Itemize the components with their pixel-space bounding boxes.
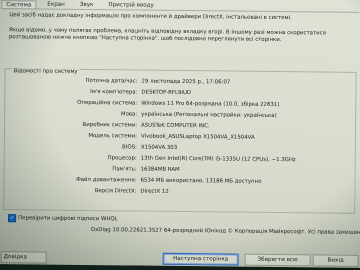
row-label: Модель системи:: [88, 133, 137, 140]
help-button[interactable]: Довідка: [0, 251, 47, 264]
row-label: Ім'я комп'ютера:: [90, 89, 138, 96]
row-label: Мова:: [120, 111, 138, 118]
row-label: Поточна дата/час:: [85, 77, 138, 85]
row-value: Windows 11 Pro 64-розрядна (10.0, збірка…: [141, 100, 280, 109]
whql-label: Перевірити цифрові підписи WHQL: [18, 215, 118, 223]
row-label: Процесор:: [107, 155, 137, 162]
next-page-button[interactable]: Наступна сторінка: [162, 252, 239, 266]
row-label: Операційна система:: [77, 99, 138, 107]
row-value: Vivobook_ASUSLaptop X1504VA_X1504VA: [140, 133, 255, 141]
row-value: DESKTOP-RFL9IUD: [141, 89, 192, 97]
row-label: Файл довантаження:: [76, 176, 137, 184]
row-value: українська (Регіональні настройки: украї…: [141, 111, 277, 119]
row-value: 13th Gen Intel(R) Core(TM) i5-1335U (12 …: [140, 155, 296, 164]
row-value: X1504VA.303: [140, 144, 178, 151]
row-value: 6534 МБ використано, 13186 МБ доступно: [140, 177, 262, 185]
row-manufacturer: Виробник системи: ASUSTeK COMPUTER INC.: [5, 121, 355, 133]
row-value: 16384MB RAM: [140, 166, 180, 173]
row-label: BIOS:: [122, 144, 137, 151]
whql-checkbox[interactable]: ✓: [8, 214, 17, 223]
row-language: Мова: українська (Регіональні настройки:…: [5, 110, 355, 122]
photo-frame: Система Екран Звук Пристрій вводу Цей за…: [0, 0, 360, 270]
row-memory: Пам'ять: 16384MB RAM: [5, 165, 355, 177]
whql-checkbox-row[interactable]: ✓ Перевірити цифрові підписи WHQL: [8, 214, 118, 223]
row-label: Пам'ять:: [112, 166, 137, 173]
row-value: ASUSTeK COMPUTER INC.: [141, 122, 210, 130]
copyright-text: DxDiag 10.00.22621.3527 64-розрядний Юні…: [90, 227, 360, 236]
row-directx-version: Версія DirectX: DirectX 12: [4, 187, 354, 199]
row-label: Версія DirectX:: [94, 188, 137, 195]
row-bios: BIOS: X1504VA.303: [5, 143, 355, 155]
row-page-file: Файл довантаження: 6534 МБ використано, …: [4, 176, 354, 188]
row-value: 29 листопада 2025 р., 17:06:07: [141, 78, 231, 86]
dxdiag-window: Система Екран Звук Пристрій вводу Цей за…: [0, 0, 360, 270]
row-processor: Процесор: 13th Gen Intel(R) Core(TM) i5-…: [5, 154, 355, 166]
exit-button[interactable]: Вихід: [312, 254, 359, 267]
intro-line-1: Цей засіб надає докладну інформацію про …: [9, 12, 292, 22]
save-all-info-button[interactable]: Зберегти всю інформацію...: [244, 253, 311, 270]
row-value: DirectX 12: [140, 188, 169, 195]
row-datetime: Поточна дата/час: 29 листопада 2025 р., …: [5, 77, 355, 89]
system-info-title: Відомості про систему: [11, 68, 80, 75]
intro-text: Цей засіб надає докладну інформацію про …: [9, 12, 354, 52]
row-model: Модель системи: Vivobook_ASUSLaptop X150…: [5, 132, 355, 144]
row-os: Операційна система: Windows 11 Pro 64-ро…: [5, 99, 355, 111]
system-info-group: Відомості про систему Поточна дата/час: …: [3, 68, 357, 214]
row-label: Виробник системи:: [82, 121, 138, 129]
row-computer-name: Ім'я комп'ютера: DESKTOP-RFL9IUD: [5, 88, 355, 100]
intro-line-2: Якщо відомо, у чому полягає проблема, кл…: [8, 26, 326, 44]
